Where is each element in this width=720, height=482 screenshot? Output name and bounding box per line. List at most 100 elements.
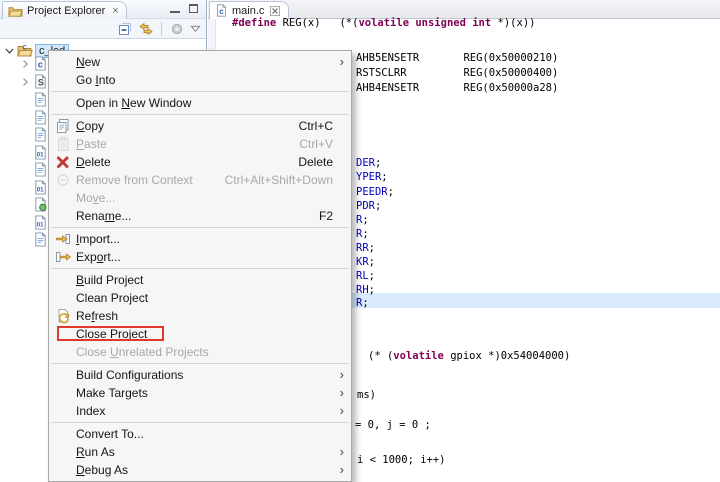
menu-item-refresh[interactable]: Refresh (49, 307, 351, 325)
import-icon (55, 231, 71, 247)
menu-item-label: Refresh (76, 309, 119, 323)
menu-item-label: Rename... (76, 209, 132, 223)
menu-item-label: Copy (76, 119, 105, 133)
code-line: DER; (356, 157, 382, 169)
menu-item-export[interactable]: Export... (49, 248, 351, 266)
menu-item-label: Clean Project (76, 291, 149, 305)
menu-item-move: Move... (49, 189, 351, 207)
c-project-folder-icon: C (17, 43, 33, 58)
c-file-icon: c (33, 56, 48, 71)
menu-item-index[interactable]: Index › (49, 402, 351, 420)
view-menu-icon[interactable] (190, 24, 201, 34)
chevron-down-icon[interactable] (3, 44, 16, 57)
menu-item-paste: Paste Ctrl+V (49, 135, 351, 153)
menu-item-copy[interactable]: Copy Ctrl+C (49, 117, 351, 135)
close-icon[interactable]: × (112, 5, 118, 17)
menu-item-label: Open in New Window (76, 96, 192, 110)
menu-item-import[interactable]: Import... (49, 230, 351, 248)
code-line: AHB4ENSETR REG(0x50000a28) (356, 82, 559, 94)
file-bin-icon: 01 (33, 215, 48, 230)
submenu-arrow-icon: › (339, 54, 344, 69)
menu-separator (51, 114, 349, 115)
menu-separator (51, 227, 349, 228)
submenu-arrow-icon: › (339, 462, 344, 477)
explorer-toolbar (0, 19, 206, 39)
file-icon (33, 162, 48, 177)
menu-item-label: Go Into (76, 73, 116, 87)
menu-item-shortcut: Delete (298, 155, 333, 169)
export-icon (55, 249, 71, 265)
menu-item-remove-from-context: Remove from Context Ctrl+Alt+Shift+Down (49, 171, 351, 189)
menu-item-shortcut: Ctrl+V (299, 137, 333, 151)
file-bin-icon: 01 (33, 180, 48, 195)
s-file-icon: S (33, 74, 48, 89)
code-line: R; (356, 228, 369, 240)
close-icon[interactable] (270, 5, 281, 16)
file-icon (33, 92, 48, 107)
code-line: YPER; (356, 171, 388, 183)
refresh-icon (55, 308, 71, 324)
menu-item-label: Remove from Context (76, 173, 193, 187)
svg-text:c: c (219, 7, 224, 16)
menu-item-run-as[interactable]: Run As › (49, 443, 351, 461)
code-line: RL; (356, 270, 375, 282)
file-icon (33, 110, 48, 125)
code-line: #define REG(x) (*(volatile unsigned int … (232, 17, 536, 29)
collapse-all-icon[interactable] (117, 21, 133, 37)
svg-text:01: 01 (37, 186, 44, 193)
code-line: KR; (356, 256, 375, 268)
code-line: PDR; (356, 200, 382, 212)
code-line: = 0, j = 0 ; (355, 419, 431, 431)
delete-icon (55, 154, 71, 170)
tab-project-explorer[interactable]: Project Explorer × (2, 1, 127, 19)
menu-item-build-configurations[interactable]: Build Configurations › (49, 366, 351, 384)
menu-item-label: Export... (76, 250, 121, 264)
maximize-icon[interactable] (189, 4, 198, 13)
menu-item-open-in-new-window[interactable]: Open in New Window (49, 94, 351, 112)
menu-separator (51, 363, 349, 364)
chevron-right-icon[interactable] (19, 58, 31, 70)
menu-separator (51, 422, 349, 423)
toolbar-separator (161, 21, 162, 36)
menu-item-label: Move... (76, 191, 116, 205)
menu-item-label: Index (76, 404, 106, 418)
code-line: RR; (356, 242, 375, 254)
menu-item-build-project[interactable]: Build Project (49, 271, 351, 289)
file-icon (33, 127, 48, 142)
menu-item-label: Make Targets (76, 386, 148, 400)
menu-item-rename[interactable]: Rename... F2 (49, 207, 351, 225)
svg-text:S: S (38, 78, 44, 88)
c-file-icon: c (215, 3, 228, 18)
menu-separator (51, 91, 349, 92)
code-line: PEEDR; (356, 186, 394, 198)
paste-icon (55, 136, 71, 152)
menu-item-debug-as[interactable]: Debug As › (49, 461, 351, 479)
menu-item-close-unrelated-projects: Close Unrelated Projects (49, 343, 351, 361)
menu-item-close-project[interactable]: Close Project (49, 325, 351, 343)
menu-item-convert-to[interactable]: Convert To... (49, 425, 351, 443)
menu-item-clean-project[interactable]: Clean Project (49, 289, 351, 307)
minimize-icon[interactable] (170, 4, 180, 13)
link-with-editor-icon[interactable] (138, 21, 154, 37)
menu-item-shortcut: Ctrl+Alt+Shift+Down (224, 173, 333, 187)
menu-item-label: Build Configurations (76, 368, 184, 382)
menu-item-go-into[interactable]: Go Into (49, 71, 351, 89)
svg-text:01: 01 (37, 151, 44, 158)
menu-item-label: Paste (76, 137, 107, 151)
editor-tab-title: main.c (232, 4, 265, 17)
explorer-tab-title: Project Explorer (27, 4, 106, 17)
menu-item-label: Build Project (76, 273, 144, 287)
file-bin-icon: 01 (33, 145, 48, 160)
code-line: RH; (356, 284, 375, 296)
menu-item-shortcut: F2 (318, 209, 333, 223)
menu-item-make-targets[interactable]: Make Targets › (49, 384, 351, 402)
menu-item-label: Close Project (76, 327, 148, 341)
svg-text:c: c (38, 60, 43, 70)
menu-item-new[interactable]: New › (49, 53, 351, 71)
chevron-right-icon[interactable] (19, 76, 31, 88)
svg-text:01: 01 (37, 221, 44, 228)
code-line: ms) (357, 389, 376, 401)
submenu-arrow-icon: › (339, 367, 344, 382)
gear-icon[interactable] (169, 21, 185, 37)
menu-item-delete[interactable]: Delete Delete (49, 153, 351, 171)
